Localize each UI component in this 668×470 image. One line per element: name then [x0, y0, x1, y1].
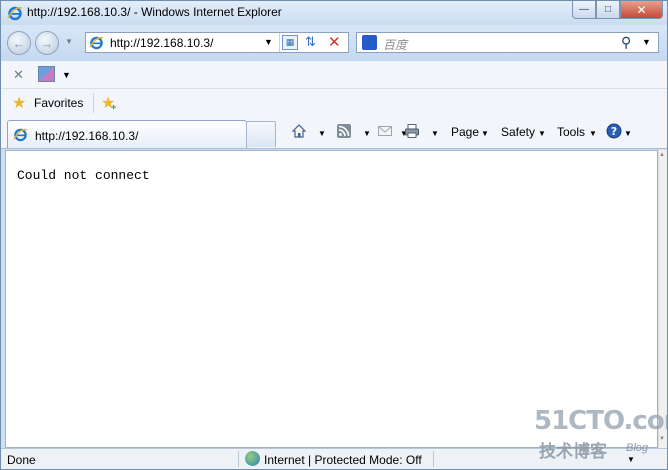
scroll-up-icon[interactable]: ▲: [659, 152, 665, 158]
tools-menu[interactable]: Tools: [557, 125, 585, 139]
tab-current[interactable]: http://192.168.10.3/: [7, 120, 247, 148]
baidu-icon: 🐾: [362, 35, 377, 50]
internet-zone-icon: [245, 451, 260, 466]
back-icon: ←: [12, 35, 26, 51]
feeds-icon[interactable]: [336, 123, 352, 139]
tab-ie-icon: [13, 128, 28, 142]
watermark-subtitle: 技术博客: [539, 442, 607, 461]
forward-icon: →: [40, 35, 54, 51]
close-toolbar-icon[interactable]: ✕: [13, 67, 24, 83]
minimize-button[interactable]: —: [572, 1, 596, 19]
toolbar-row: ✕ ▼: [1, 61, 667, 89]
favorites-button[interactable]: Favorites: [34, 96, 83, 110]
minimize-icon: —: [579, 4, 589, 15]
vertical-scrollbar[interactable]: ▲ ▼: [658, 150, 667, 448]
search-input[interactable]: 百度: [383, 36, 407, 53]
maximize-icon: □: [604, 4, 612, 15]
window-title: http://192.168.10.3/ - Windows Internet …: [27, 5, 282, 19]
toolbar-addon-dropdown-icon[interactable]: ▼: [62, 70, 71, 80]
security-zone[interactable]: Internet | Protected Mode: Off: [264, 453, 422, 467]
refresh-icon[interactable]: ⇅: [305, 34, 316, 50]
read-mail-icon[interactable]: [377, 123, 393, 139]
search-icon[interactable]: ⚲: [621, 34, 631, 51]
print-icon[interactable]: [404, 123, 420, 139]
compatibility-view-icon[interactable]: ▦: [282, 35, 298, 50]
svg-text:?: ?: [611, 125, 617, 138]
maximize-button[interactable]: □: [596, 1, 620, 19]
tab-label: http://192.168.10.3/: [35, 129, 139, 143]
status-divider: [238, 451, 239, 467]
search-box[interactable]: 🐾 百度 ⚲ ▼: [356, 32, 659, 53]
stop-icon[interactable]: ✕: [328, 33, 341, 51]
help-icon[interactable]: ?: [606, 123, 622, 139]
new-tab-button[interactable]: [246, 121, 276, 147]
title-bar[interactable]: http://192.168.10.3/ - Windows Internet …: [1, 1, 667, 25]
favorites-divider: [93, 93, 94, 113]
close-icon: ✕: [636, 2, 647, 17]
scroll-down-icon[interactable]: ▼: [659, 436, 665, 442]
home-dropdown-icon[interactable]: ▼: [318, 129, 326, 138]
address-bar[interactable]: http://192.168.10.3/ ▼ ▦ ⇅ ✕: [85, 32, 349, 53]
zoom-dropdown-icon[interactable]: ▼: [627, 455, 635, 464]
address-divider: [279, 33, 280, 52]
feeds-dropdown-icon[interactable]: ▼: [363, 129, 371, 138]
print-dropdown-icon[interactable]: ▼: [431, 129, 439, 138]
favorites-star-icon: ★: [12, 95, 27, 112]
navigation-bar: ← → ▼ http://192.168.10.3/ ▼ ▦ ⇅ ✕ 🐾 百度 …: [1, 25, 667, 61]
error-message: Could not connect: [17, 168, 150, 183]
watermark-logo: 51CTO.com: [534, 406, 667, 436]
recent-pages-dropdown[interactable]: ▼: [65, 37, 73, 46]
tools-menu-dropdown-icon[interactable]: ▼: [589, 129, 597, 138]
favorites-bar: ★ Favorites ★ +: [1, 89, 667, 117]
search-options-dropdown-icon[interactable]: ▼: [642, 37, 651, 47]
ie-window: http://192.168.10.3/ - Windows Internet …: [0, 0, 668, 470]
add-plus-icon: +: [111, 102, 117, 112]
status-divider: [433, 451, 434, 467]
tab-bar: http://192.168.10.3/ ▼ ▼ ▼ ▼ Page ▼ Safe…: [1, 117, 667, 149]
toolbar-addon-icon[interactable]: [38, 66, 55, 82]
address-input[interactable]: http://192.168.10.3/: [110, 36, 213, 50]
safety-menu[interactable]: Safety: [501, 125, 535, 139]
address-dropdown-icon[interactable]: ▼: [264, 37, 273, 47]
page-menu[interactable]: Page: [451, 125, 479, 139]
page-content: Could not connect: [5, 150, 658, 448]
status-text: Done: [7, 453, 36, 467]
safety-menu-dropdown-icon[interactable]: ▼: [538, 129, 546, 138]
watermark-blog: Blog: [626, 442, 649, 454]
page-ie-icon: [89, 36, 104, 50]
help-dropdown-icon[interactable]: ▼: [624, 129, 632, 138]
back-button[interactable]: ←: [7, 31, 31, 55]
ie-icon: [7, 6, 23, 21]
close-button[interactable]: ✕: [620, 1, 663, 19]
forward-button[interactable]: →: [35, 31, 59, 55]
home-icon[interactable]: [291, 123, 307, 139]
page-menu-dropdown-icon[interactable]: ▼: [481, 129, 489, 138]
